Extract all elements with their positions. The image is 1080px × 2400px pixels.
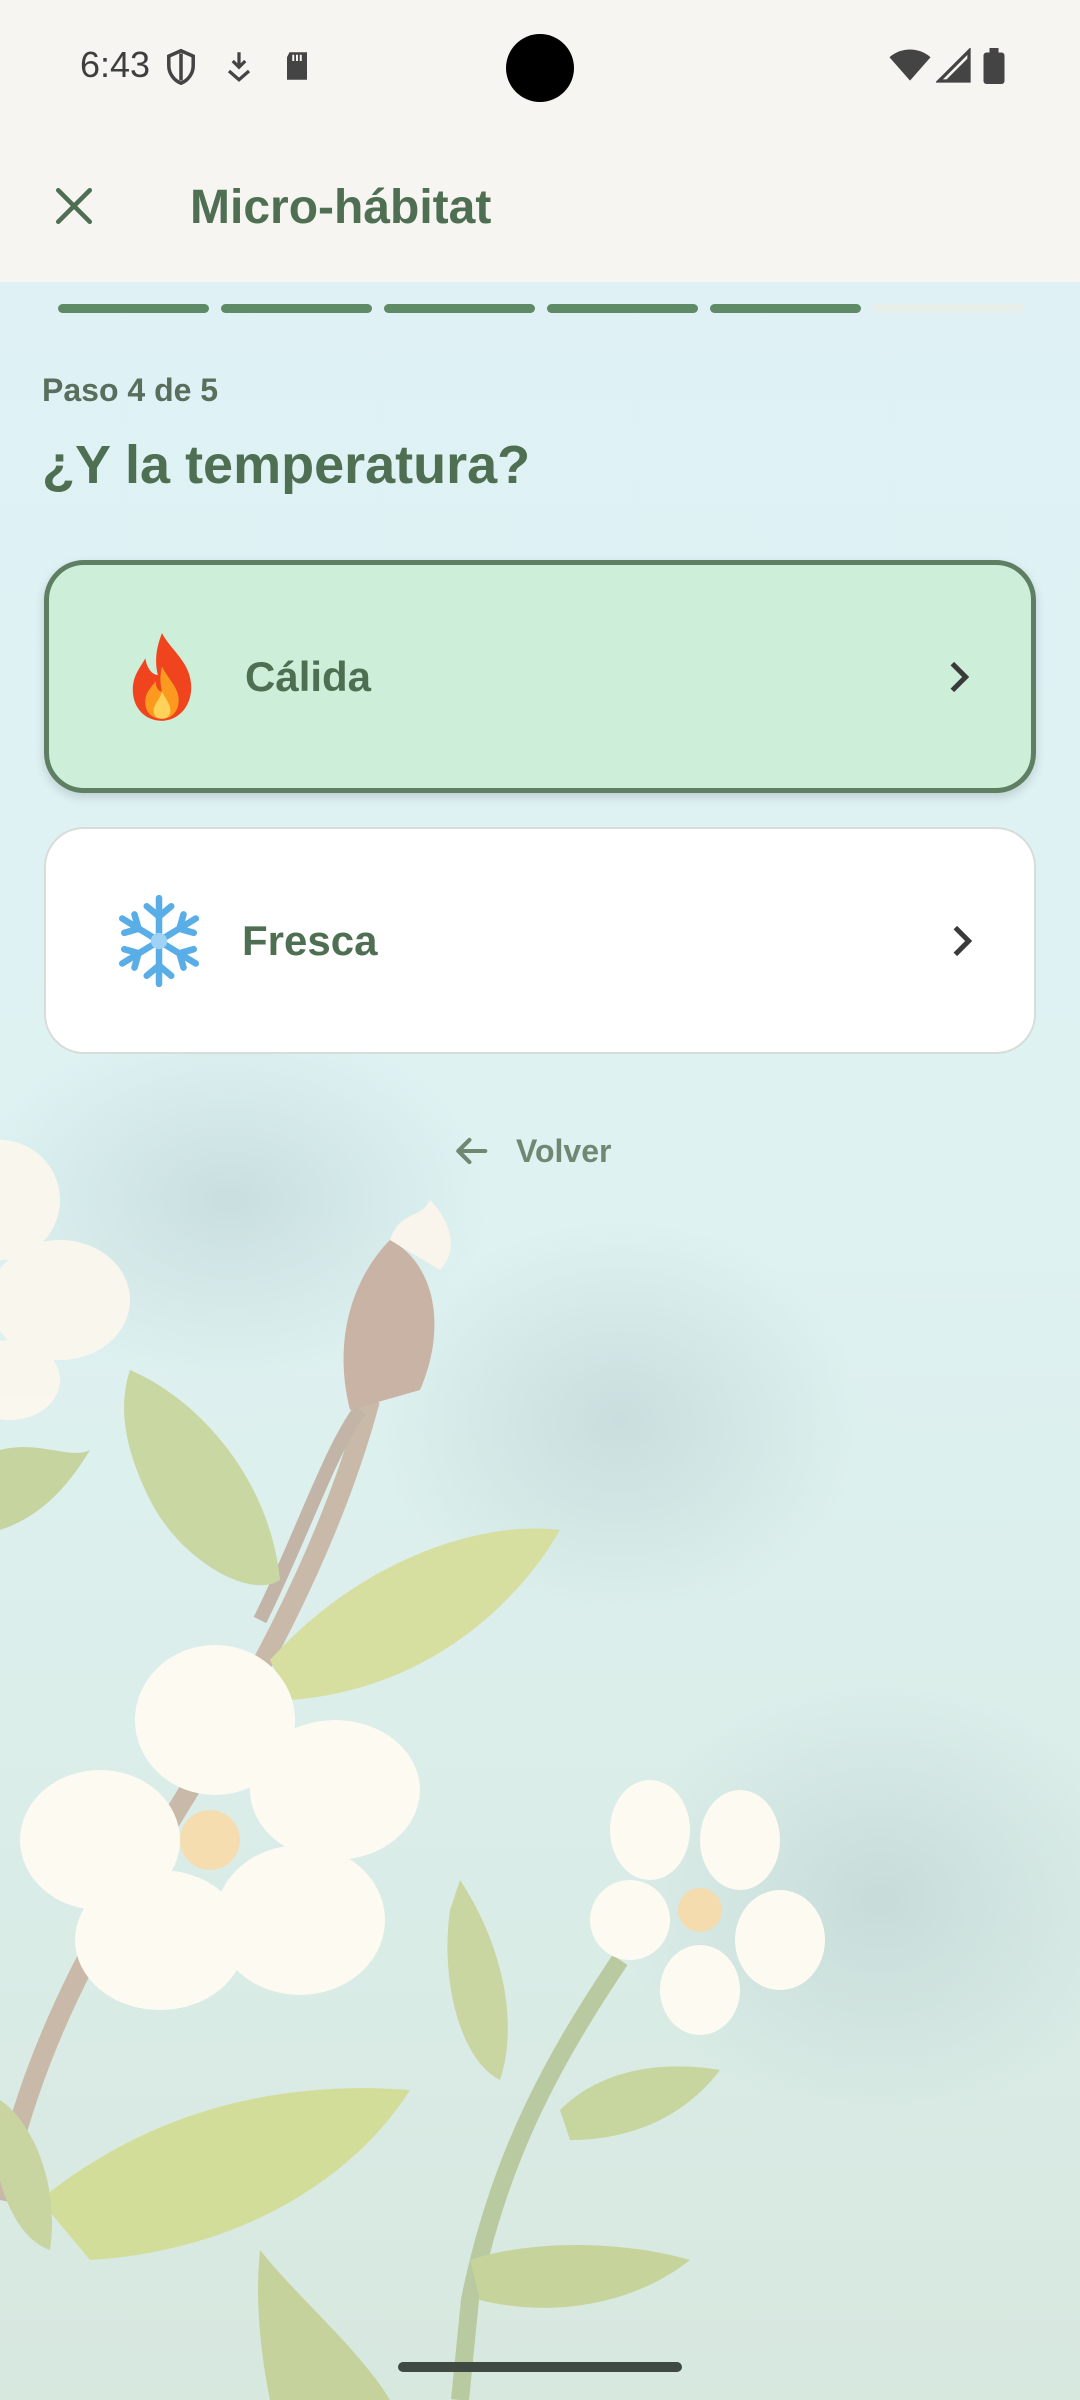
chevron-right-icon — [953, 925, 973, 956]
back-button[interactable]: Volver — [452, 1126, 611, 1176]
download-icon — [227, 52, 251, 82]
step-progress — [58, 304, 1024, 313]
progress-segment — [58, 304, 209, 313]
battery-icon — [983, 48, 1005, 84]
option-cool[interactable]: Fresca — [44, 827, 1036, 1054]
progress-segment — [547, 304, 698, 313]
snowflake-icon — [104, 886, 214, 996]
chevron-right-icon — [950, 661, 970, 692]
status-bar: 6:43 — [0, 0, 1080, 140]
page-title: Micro-hábitat — [190, 181, 492, 234]
app-bar: Micro-hábitat — [0, 140, 1080, 282]
signal-icon — [936, 48, 971, 83]
option-label: Cálida — [245, 652, 372, 700]
step-label: Paso 4 de 5 — [42, 372, 219, 408]
question-heading: ¿Y la temperatura? — [42, 435, 531, 495]
option-label: Fresca — [242, 916, 378, 964]
progress-segment — [384, 304, 535, 313]
floral-background — [0, 0, 1080, 2400]
wifi-icon — [889, 49, 931, 81]
back-label: Volver — [516, 1132, 612, 1169]
progress-segment — [710, 304, 861, 313]
arrow-left-icon — [456, 1137, 488, 1165]
close-button[interactable] — [38, 170, 110, 242]
option-warm[interactable]: Cálida — [44, 560, 1036, 793]
close-icon — [55, 187, 93, 225]
shield-icon — [167, 48, 195, 86]
progress-segment — [221, 304, 372, 313]
home-indicator[interactable] — [398, 2362, 682, 2372]
status-time: 6:43 — [80, 44, 151, 85]
sd-card-icon — [287, 52, 307, 80]
progress-segment — [873, 304, 1024, 313]
camera-cutout — [506, 34, 574, 102]
fire-icon — [107, 622, 217, 732]
